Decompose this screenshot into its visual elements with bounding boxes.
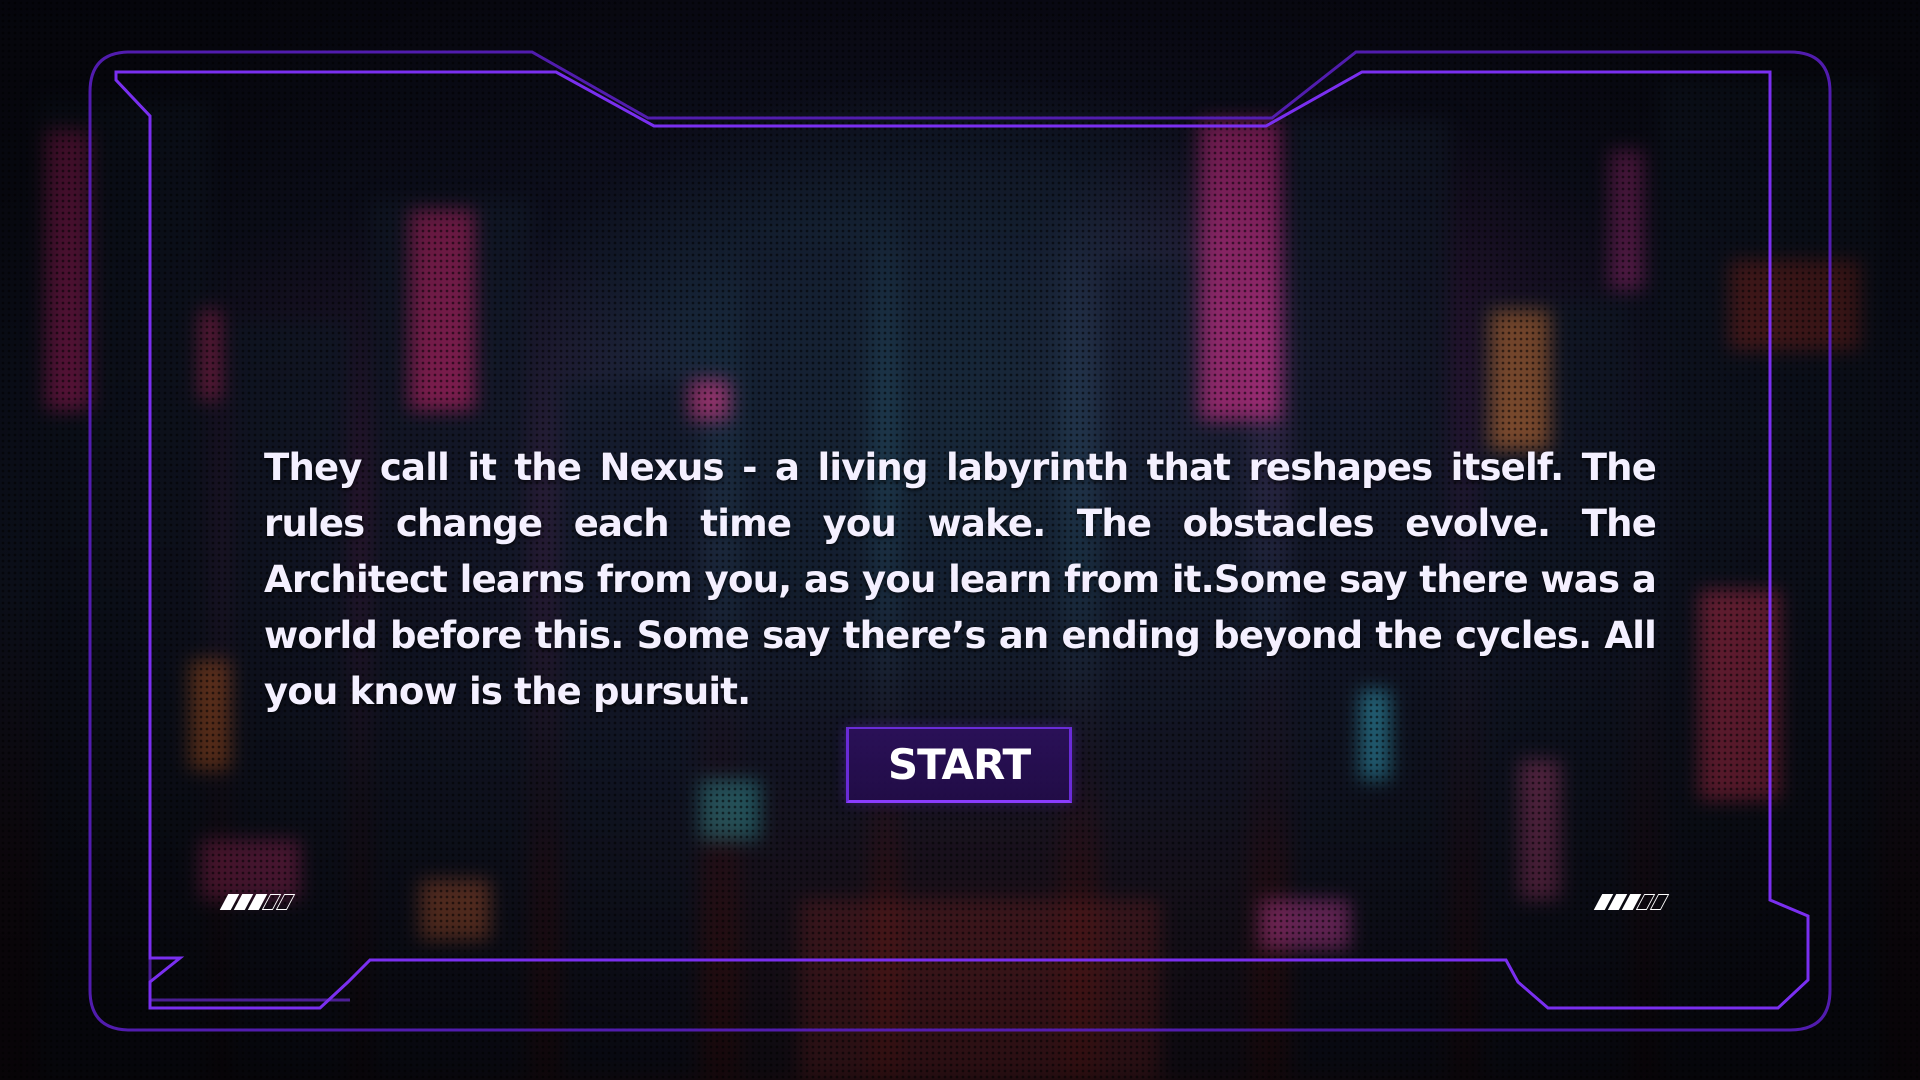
start-button-label: START [887, 740, 1031, 789]
right-progress-indicator [1593, 894, 1670, 910]
intro-screen: They call it the Nexus - a living labyri… [0, 0, 1920, 1080]
story-text: They call it the Nexus - a living labyri… [264, 446, 1657, 713]
start-button[interactable]: START [846, 727, 1072, 803]
left-progress-indicator [219, 894, 296, 910]
